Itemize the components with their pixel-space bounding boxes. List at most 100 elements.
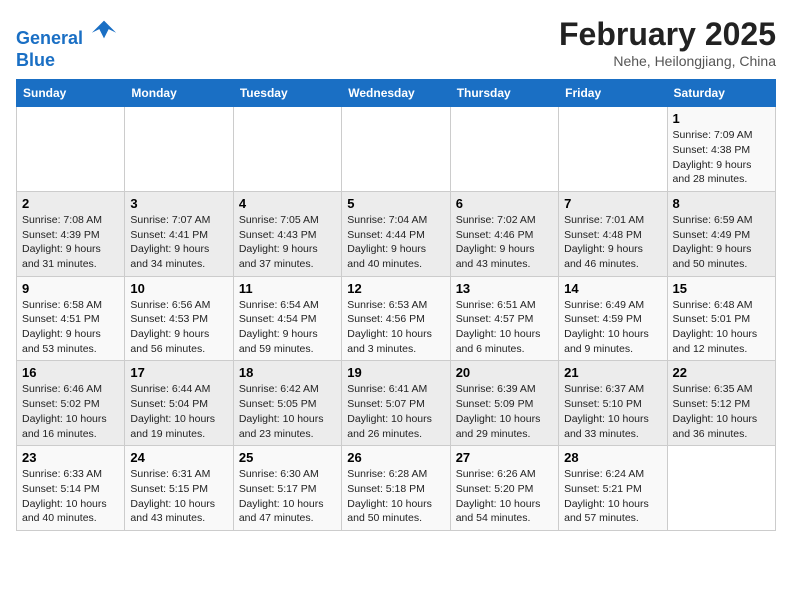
calendar-cell: 23Sunrise: 6:33 AM Sunset: 5:14 PM Dayli… [17, 446, 125, 531]
calendar-week-row: 23Sunrise: 6:33 AM Sunset: 5:14 PM Dayli… [17, 446, 776, 531]
day-info: Sunrise: 6:41 AM Sunset: 5:07 PM Dayligh… [347, 382, 444, 441]
day-info: Sunrise: 6:58 AM Sunset: 4:51 PM Dayligh… [22, 298, 119, 357]
calendar-cell: 5 Sunrise: 7:04 AM Sunset: 4:44 PM Daylig… [342, 191, 450, 276]
calendar-cell: 24 Sunrise: 6:31 AM Sunset: 5:15 PM Dayli… [125, 446, 233, 531]
day-info: Sunrise: 7:04 AM Sunset: 4:44 PM Dayligh… [347, 213, 444, 272]
calendar-cell [667, 446, 775, 531]
day-number: 23 [22, 450, 119, 465]
weekday-header-monday: Monday [125, 80, 233, 107]
title-section: February 2025 Nehe, Heilongjiang, China [559, 16, 776, 69]
day-number: 24 [130, 450, 227, 465]
page-header: General Blue February 2025 Nehe, Heilong… [16, 16, 776, 71]
calendar-cell [450, 107, 558, 192]
day-info: Sunrise: 6:31 AM Sunset: 5:15 PM Dayligh… [130, 467, 227, 526]
calendar-cell: 25 Sunrise: 6:30 AM Sunset: 5:17 PM Dayli… [233, 446, 341, 531]
day-info: Sunrise: 6:39 AM Sunset: 5:09 PM Dayligh… [456, 382, 553, 441]
day-info: Sunrise: 7:08 AM Sunset: 4:39 PM Dayligh… [22, 213, 119, 272]
day-number: 1 [673, 111, 770, 126]
weekday-header-wednesday: Wednesday [342, 80, 450, 107]
day-number: 13 [456, 281, 553, 296]
day-info: Sunrise: 6:49 AM Sunset: 4:59 PM Dayligh… [564, 298, 661, 357]
calendar-cell [559, 107, 667, 192]
logo-bird-icon [90, 16, 118, 44]
calendar-week-row: 1 Sunrise: 7:09 AM Sunset: 4:38 PM Daylig… [17, 107, 776, 192]
calendar-cell: 7 Sunrise: 7:01 AM Sunset: 4:48 PM Daylig… [559, 191, 667, 276]
calendar-cell: 10 Sunrise: 6:56 AM Sunset: 4:53 PM Dayli… [125, 276, 233, 361]
calendar-cell: 2Sunrise: 7:08 AM Sunset: 4:39 PM Daylig… [17, 191, 125, 276]
calendar-cell: 3 Sunrise: 7:07 AM Sunset: 4:41 PM Daylig… [125, 191, 233, 276]
weekday-header-thursday: Thursday [450, 80, 558, 107]
day-number: 8 [673, 196, 770, 211]
day-number: 14 [564, 281, 661, 296]
calendar-cell: 18 Sunrise: 6:42 AM Sunset: 5:05 PM Dayli… [233, 361, 341, 446]
day-number: 10 [130, 281, 227, 296]
weekday-header-row: SundayMondayTuesdayWednesdayThursdayFrid… [17, 80, 776, 107]
calendar-cell: 16Sunrise: 6:46 AM Sunset: 5:02 PM Dayli… [17, 361, 125, 446]
day-info: Sunrise: 6:44 AM Sunset: 5:04 PM Dayligh… [130, 382, 227, 441]
day-info: Sunrise: 6:35 AM Sunset: 5:12 PM Dayligh… [673, 382, 770, 441]
day-number: 12 [347, 281, 444, 296]
calendar-cell: 12Sunrise: 6:53 AM Sunset: 4:56 PM Dayli… [342, 276, 450, 361]
day-info: Sunrise: 7:02 AM Sunset: 4:46 PM Dayligh… [456, 213, 553, 272]
calendar-cell: 9 Sunrise: 6:58 AM Sunset: 4:51 PM Daylig… [17, 276, 125, 361]
calendar-cell: 26 Sunrise: 6:28 AM Sunset: 5:18 PM Dayli… [342, 446, 450, 531]
calendar-cell: 20 Sunrise: 6:39 AM Sunset: 5:09 PM Dayli… [450, 361, 558, 446]
day-number: 9 [22, 281, 119, 296]
calendar-cell: 1 Sunrise: 7:09 AM Sunset: 4:38 PM Daylig… [667, 107, 775, 192]
day-info: Sunrise: 6:51 AM Sunset: 4:57 PM Dayligh… [456, 298, 553, 357]
calendar-cell: 11 Sunrise: 6:54 AM Sunset: 4:54 PM Dayli… [233, 276, 341, 361]
day-info: Sunrise: 6:24 AM Sunset: 5:21 PM Dayligh… [564, 467, 661, 526]
calendar-cell: 28 Sunrise: 6:24 AM Sunset: 5:21 PM Dayli… [559, 446, 667, 531]
day-number: 16 [22, 365, 119, 380]
day-number: 7 [564, 196, 661, 211]
day-info: Sunrise: 6:26 AM Sunset: 5:20 PM Dayligh… [456, 467, 553, 526]
day-number: 11 [239, 281, 336, 296]
weekday-header-tuesday: Tuesday [233, 80, 341, 107]
day-number: 27 [456, 450, 553, 465]
calendar-cell [17, 107, 125, 192]
day-info: Sunrise: 7:09 AM Sunset: 4:38 PM Dayligh… [673, 128, 770, 187]
calendar-cell: 8 Sunrise: 6:59 AM Sunset: 4:49 PM Daylig… [667, 191, 775, 276]
calendar-cell: 13 Sunrise: 6:51 AM Sunset: 4:57 PM Dayli… [450, 276, 558, 361]
day-info: Sunrise: 7:05 AM Sunset: 4:43 PM Dayligh… [239, 213, 336, 272]
day-number: 25 [239, 450, 336, 465]
calendar-cell: 27 Sunrise: 6:26 AM Sunset: 5:20 PM Dayli… [450, 446, 558, 531]
day-info: Sunrise: 6:37 AM Sunset: 5:10 PM Dayligh… [564, 382, 661, 441]
day-number: 26 [347, 450, 444, 465]
calendar-cell: 22 Sunrise: 6:35 AM Sunset: 5:12 PM Dayli… [667, 361, 775, 446]
calendar-cell: 4 Sunrise: 7:05 AM Sunset: 4:43 PM Daylig… [233, 191, 341, 276]
calendar-table: SundayMondayTuesdayWednesdayThursdayFrid… [16, 79, 776, 531]
calendar-cell [233, 107, 341, 192]
weekday-header-friday: Friday [559, 80, 667, 107]
day-info: Sunrise: 6:59 AM Sunset: 4:49 PM Dayligh… [673, 213, 770, 272]
calendar-cell [342, 107, 450, 192]
day-number: 4 [239, 196, 336, 211]
day-number: 18 [239, 365, 336, 380]
logo-text: General [16, 16, 118, 50]
calendar-cell: 19 Sunrise: 6:41 AM Sunset: 5:07 PM Dayli… [342, 361, 450, 446]
calendar-cell: 21Sunrise: 6:37 AM Sunset: 5:10 PM Dayli… [559, 361, 667, 446]
day-info: Sunrise: 7:01 AM Sunset: 4:48 PM Dayligh… [564, 213, 661, 272]
day-number: 3 [130, 196, 227, 211]
calendar-week-row: 16Sunrise: 6:46 AM Sunset: 5:02 PM Dayli… [17, 361, 776, 446]
day-number: 6 [456, 196, 553, 211]
day-number: 20 [456, 365, 553, 380]
day-info: Sunrise: 6:54 AM Sunset: 4:54 PM Dayligh… [239, 298, 336, 357]
weekday-header-saturday: Saturday [667, 80, 775, 107]
logo: General Blue [16, 16, 118, 71]
day-number: 22 [673, 365, 770, 380]
day-number: 19 [347, 365, 444, 380]
location: Nehe, Heilongjiang, China [559, 53, 776, 69]
calendar-week-row: 9 Sunrise: 6:58 AM Sunset: 4:51 PM Daylig… [17, 276, 776, 361]
day-info: Sunrise: 7:07 AM Sunset: 4:41 PM Dayligh… [130, 213, 227, 272]
day-info: Sunrise: 6:30 AM Sunset: 5:17 PM Dayligh… [239, 467, 336, 526]
day-number: 28 [564, 450, 661, 465]
day-info: Sunrise: 6:56 AM Sunset: 4:53 PM Dayligh… [130, 298, 227, 357]
calendar-cell: 6 Sunrise: 7:02 AM Sunset: 4:46 PM Daylig… [450, 191, 558, 276]
month-title: February 2025 [559, 16, 776, 53]
day-info: Sunrise: 6:42 AM Sunset: 5:05 PM Dayligh… [239, 382, 336, 441]
day-number: 5 [347, 196, 444, 211]
logo-text2: Blue [16, 50, 118, 72]
weekday-header-sunday: Sunday [17, 80, 125, 107]
day-info: Sunrise: 6:28 AM Sunset: 5:18 PM Dayligh… [347, 467, 444, 526]
